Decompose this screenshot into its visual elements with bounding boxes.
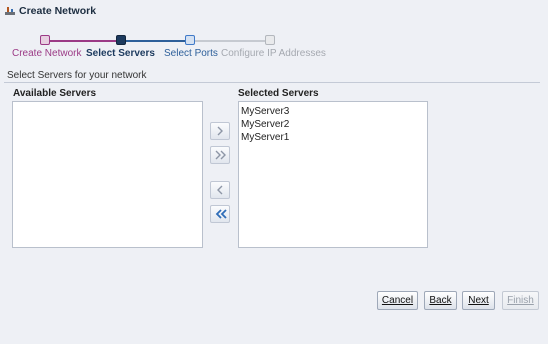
train-step-select-ports[interactable]: Select Ports [164, 48, 218, 59]
train-step-configure-ip: Configure IP Addresses [221, 48, 326, 59]
train-connector-pending [192, 40, 269, 42]
train-stop-create-network[interactable] [40, 35, 50, 45]
train-connector-current [122, 40, 190, 42]
network-icon [4, 6, 16, 16]
back-button[interactable]: Back [424, 291, 457, 310]
cancel-button[interactable]: Cancel [377, 291, 418, 310]
finish-button: Finish [502, 291, 539, 310]
next-button[interactable]: Next [462, 291, 495, 310]
dialog-title: Create Network [19, 5, 97, 17]
move-all-button[interactable] [210, 146, 230, 164]
train-stop-select-servers [116, 35, 126, 45]
train-step-create-network[interactable]: Create Network [12, 48, 81, 59]
available-servers-list[interactable] [12, 101, 203, 248]
train-stop-select-ports[interactable] [185, 35, 195, 45]
available-servers-header: Available Servers [13, 88, 97, 99]
list-item[interactable]: MyServer2 [239, 118, 427, 131]
remove-all-button[interactable] [210, 205, 230, 223]
train-step-select-servers: Select Servers [86, 48, 155, 59]
list-item[interactable]: MyServer1 [239, 131, 427, 144]
remove-selected-button[interactable] [210, 181, 230, 199]
train-stop-configure-ip [265, 35, 275, 45]
move-selected-button[interactable] [210, 122, 230, 140]
page-subtitle: Select Servers for your network [7, 70, 147, 81]
dialog-titlebar: Create Network [0, 0, 548, 22]
train-connector-visited [50, 40, 120, 42]
selected-servers-list[interactable]: MyServer3 MyServer2 MyServer1 [238, 101, 428, 248]
list-item[interactable]: MyServer3 [239, 105, 427, 118]
create-network-dialog: Create Network Create Network Select Ser… [0, 0, 548, 344]
wizard-train: Create Network Select Servers Select Por… [0, 24, 548, 64]
header-separator [4, 82, 540, 83]
selected-servers-header: Selected Servers [238, 88, 319, 99]
